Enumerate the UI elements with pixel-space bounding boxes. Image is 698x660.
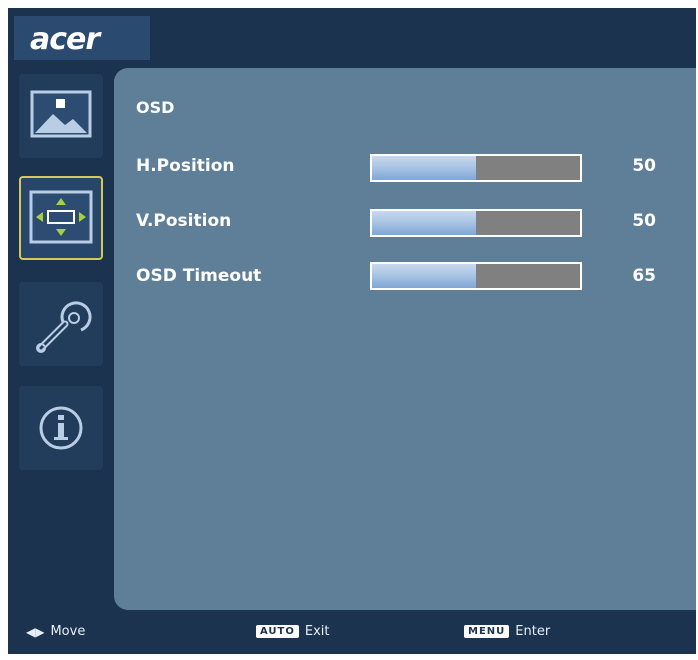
sidebar-item-picture[interactable] (19, 74, 103, 158)
h-position-value: 50 (632, 156, 656, 176)
sidebar-item-information[interactable] (19, 386, 103, 470)
osd-window: acer OSD H.Position 50 V.Position 50 OSD… (8, 8, 696, 654)
exit-hint: AUTO Exit (256, 624, 330, 639)
osd-timeout-value: 65 (632, 266, 656, 286)
panel-title: OSD (136, 98, 175, 117)
slider-fill (372, 156, 476, 180)
v-position-value: 50 (632, 211, 656, 231)
footer-hints: ◀▶ Move AUTO Exit MENU Enter (8, 614, 696, 654)
acer-logo: acer (30, 22, 100, 57)
v-position-slider[interactable] (370, 209, 582, 237)
auto-key-badge: AUTO (256, 625, 299, 638)
info-icon (39, 406, 83, 450)
slider-track (372, 211, 580, 235)
slider-track (372, 156, 580, 180)
header: acer (8, 8, 696, 66)
move-label: Move (50, 624, 86, 639)
osd-timeout-slider[interactable] (370, 262, 582, 290)
picture-icon (30, 90, 92, 138)
v-position-label: V.Position (136, 211, 232, 231)
sidebar-item-settings[interactable] (19, 282, 103, 366)
slider-track (372, 264, 580, 288)
slider-fill (372, 211, 476, 235)
exit-label: Exit (304, 624, 330, 639)
logo-box: acer (14, 16, 150, 60)
sidebar-item-position[interactable] (19, 176, 103, 260)
move-hint: ◀▶ Move (26, 624, 85, 639)
osd-timeout-label: OSD Timeout (136, 266, 262, 286)
h-position-slider[interactable] (370, 154, 582, 182)
h-position-label: H.Position (136, 156, 235, 176)
menu-key-badge: MENU (464, 625, 510, 638)
left-right-arrows-icon: ◀▶ (26, 624, 45, 639)
enter-hint: MENU Enter (464, 624, 550, 639)
position-icon (29, 190, 93, 244)
enter-label: Enter (515, 624, 551, 639)
osd-settings-panel: OSD H.Position 50 V.Position 50 OSD Time… (114, 68, 696, 610)
slider-fill (372, 264, 476, 288)
wrench-icon (36, 301, 92, 353)
